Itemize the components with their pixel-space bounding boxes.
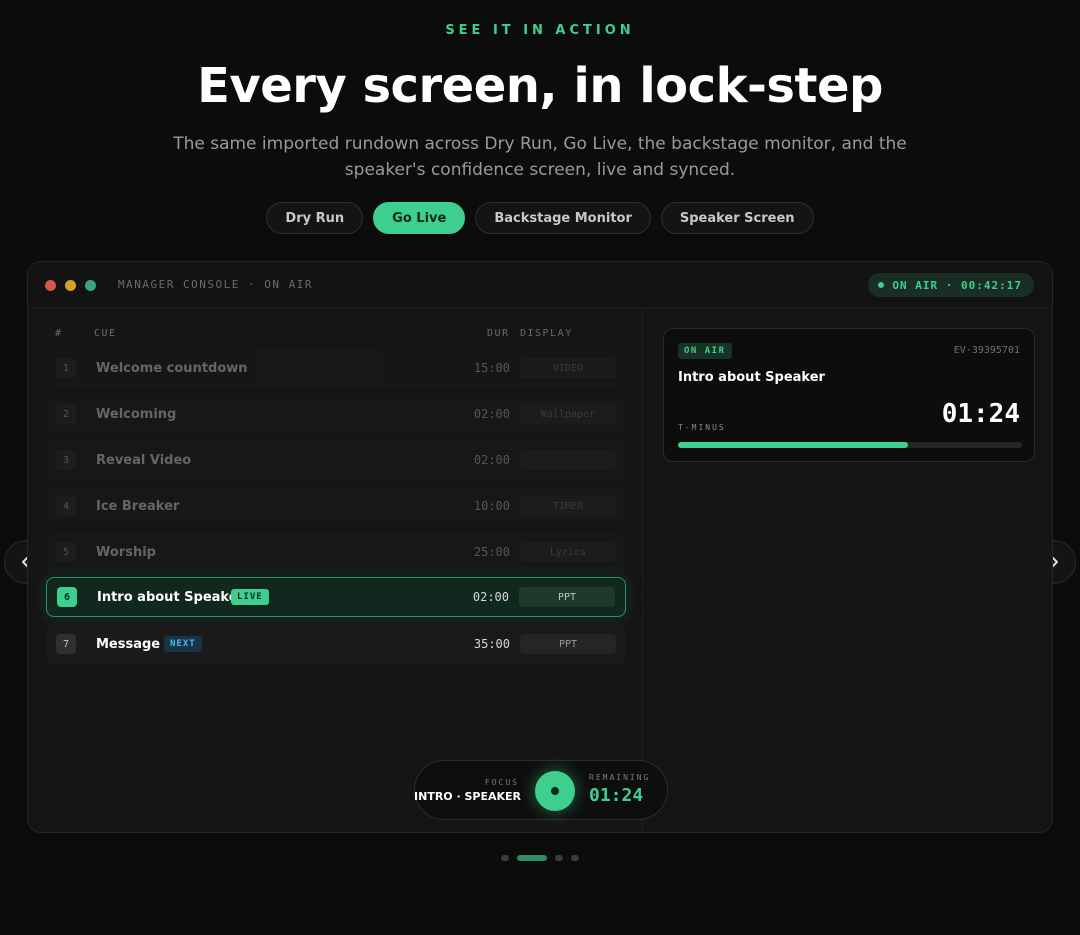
current-cue-title: Intro about Speaker (678, 370, 825, 385)
cue-number: 1 (56, 358, 76, 378)
on-air-status-badge: ON AIR · 00:42:17 (868, 273, 1034, 297)
countdown-progress-fill (678, 442, 909, 448)
cue-display-type: TIMER (520, 496, 616, 516)
rundown-row[interactable]: 5 Worship 25:00 Lyrics (46, 532, 626, 572)
cue-display-type: Wallpaper (520, 404, 616, 424)
eyebrow-label: SEE IT IN ACTION (445, 23, 635, 38)
rundown-row-live[interactable]: 6 Intro about Speaker LIVE 02:00 PPT (46, 577, 626, 617)
cue-duration: 35:00 (473, 637, 510, 651)
rundown-panel: # CUE DUR DISPLAY 1 Welcome countdown 15… (28, 308, 643, 832)
column-header-cue: CUE (94, 328, 117, 339)
cue-display-type: PPT (519, 587, 615, 607)
cue-number: 7 (56, 634, 76, 654)
cue-display-type: - (520, 450, 616, 470)
cue-title: Reveal Video (96, 452, 192, 468)
next-badge: NEXT (164, 636, 202, 652)
column-header-display: DISPLAY (520, 328, 573, 339)
on-air-tag: ON AIR (678, 343, 732, 359)
focus-label: FOCUS (484, 778, 519, 787)
tab-go-live[interactable]: Go Live (373, 202, 466, 234)
carousel-dot[interactable] (501, 855, 509, 861)
column-header-duration: DUR (487, 328, 510, 339)
maximize-window-dot[interactable] (85, 280, 96, 291)
remaining-label: REMAINING (589, 773, 651, 782)
page-title: Every screen, in lock-step (197, 58, 883, 114)
focus-value: INTRO · SPEAKER (414, 790, 521, 803)
manager-console-window: MANAGER CONSOLE · ON AIR ON AIR · 00:42:… (27, 261, 1053, 833)
carousel-dot-active[interactable] (517, 855, 547, 861)
view-tabs: Dry Run Go Live Backstage Monitor Speake… (0, 202, 1080, 234)
record-dot-icon (551, 787, 559, 795)
carousel-pagination (0, 855, 1080, 861)
cue-duration: 25:00 (473, 545, 510, 559)
rundown-row[interactable]: 4 Ice Breaker 10:00 TIMER (46, 486, 626, 526)
live-dot-icon (878, 282, 885, 288)
focus-record-button[interactable] (535, 771, 575, 811)
cue-number: 3 (56, 450, 76, 470)
cue-number: 5 (56, 542, 76, 562)
tab-backstage-monitor[interactable]: Backstage Monitor (475, 202, 651, 234)
cue-duration: 15:00 (473, 361, 510, 375)
cue-display-type: Lyrics (520, 542, 616, 562)
live-badge: LIVE (231, 589, 269, 605)
on-air-status-text: ON AIR · 00:42:17 (892, 278, 1022, 292)
window-titlebar: MANAGER CONSOLE · ON AIR ON AIR · 00:42:… (28, 262, 1052, 308)
remaining-time: 01:24 (589, 785, 644, 806)
cue-title: Worship (96, 544, 156, 560)
cue-title: Welcome countdown (96, 360, 248, 376)
tab-speaker-screen[interactable]: Speaker Screen (660, 202, 814, 234)
close-window-dot[interactable] (45, 280, 56, 291)
rundown-row[interactable]: 1 Welcome countdown 15:00 VIDEO (46, 348, 626, 388)
rundown-row[interactable]: 3 Reveal Video 02:00 - (46, 440, 626, 480)
cue-number: 6 (57, 587, 77, 607)
cue-title: Ice Breaker (96, 498, 180, 514)
cue-duration: 02:00 (472, 590, 509, 604)
cue-number: 2 (56, 404, 76, 424)
window-title: MANAGER CONSOLE · ON AIR (118, 278, 313, 291)
t-minus-label: T-MINUS (678, 423, 726, 432)
cue-title: Message (96, 636, 161, 652)
rundown-row[interactable]: 2 Welcoming 02:00 Wallpaper (46, 394, 626, 434)
rundown-row-next[interactable]: 7 Message NEXT 35:00 PPT (46, 624, 626, 664)
cue-duration: 02:00 (473, 453, 510, 467)
cue-title: Welcoming (96, 406, 177, 422)
cue-display-type: PPT (520, 634, 616, 654)
event-id: EV·39395701 (953, 345, 1020, 356)
cue-title: Intro about Speaker (97, 589, 244, 605)
minimize-window-dot[interactable] (65, 280, 76, 291)
tab-dry-run[interactable]: Dry Run (266, 202, 364, 234)
focus-control-bar: FOCUS INTRO · SPEAKER REMAINING 01:24 (414, 760, 668, 820)
column-header-number: # (55, 328, 63, 339)
countdown-progress-bar (678, 442, 1022, 448)
cue-number: 4 (56, 496, 76, 516)
cue-duration: 02:00 (473, 407, 510, 421)
carousel-dot[interactable] (571, 855, 579, 861)
cue-display-type: VIDEO (520, 358, 616, 378)
cue-duration: 10:00 (473, 499, 510, 513)
page-subtitle: The same imported rundown across Dry Run… (173, 134, 907, 180)
countdown-time: 01:24 (941, 399, 1020, 429)
on-air-preview-card: ON AIR EV·39395701 Intro about Speaker 0… (663, 328, 1035, 462)
carousel-dot[interactable] (555, 855, 563, 861)
